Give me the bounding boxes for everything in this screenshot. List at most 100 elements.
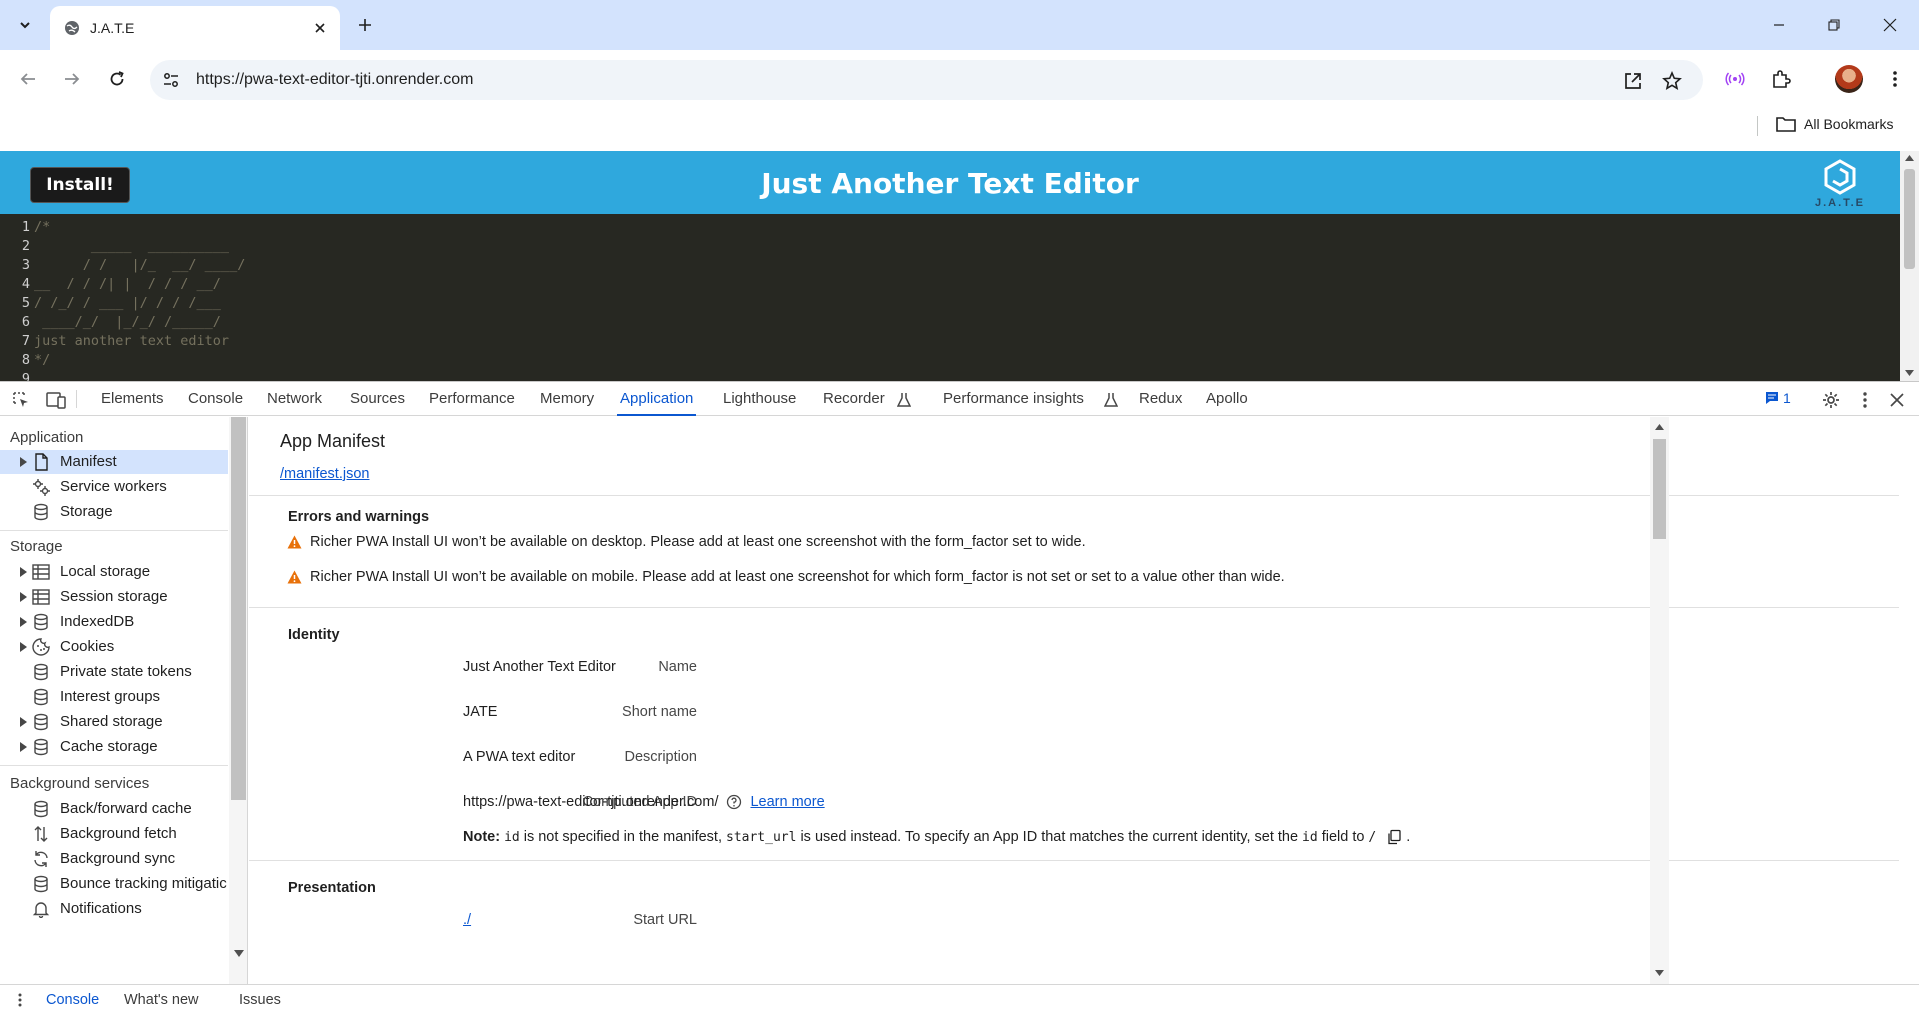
code-line[interactable]: 1/* [0,218,1900,237]
page-scrollbar[interactable] [1900,151,1919,381]
code-text[interactable]: __ / / /| | / / / __/ [34,276,221,292]
gear-icon [1823,392,1839,408]
reload-button[interactable] [103,65,131,93]
manifest-link[interactable]: /manifest.json [280,466,369,482]
tab-memory[interactable]: Memory [537,382,597,416]
code-text[interactable]: ____/_/ |_/_/ /_____/ [34,314,221,330]
code-line[interactable]: 2 _____ __________ [0,237,1900,256]
inspect-element-button[interactable] [10,389,32,411]
code-editor[interactable]: 1/* 2 _____ __________ 3 / / |/_ __/ ____/… [0,214,1900,381]
tab-recorder[interactable]: Recorder [820,382,888,416]
sidebar-item-cookies[interactable]: Cookies [0,635,228,659]
profile-avatar[interactable] [1835,65,1863,93]
restore-button[interactable] [1821,12,1847,38]
drawer-tab-issues[interactable]: Issues [239,992,281,1008]
tab-redux[interactable]: Redux [1136,382,1185,416]
site-settings-icon[interactable] [162,71,180,89]
devtools-close-button[interactable] [1886,389,1908,411]
extensions-button[interactable] [1767,65,1795,93]
expand-arrow-icon[interactable] [20,617,27,627]
code-text[interactable]: just another text editor [34,333,229,349]
manifest-scrollbar-thumb[interactable] [1653,439,1666,539]
browser-tab[interactable]: J.A.T.E [50,6,340,50]
drawer-tab-whats-new[interactable]: What's new [124,992,199,1008]
code-line[interactable]: 3 / / |/_ __/ ____/ [0,256,1900,275]
sidebar-item-background-fetch[interactable]: Background fetch [0,822,228,846]
expand-arrow-icon[interactable] [20,567,27,577]
sidebar-item-indexeddb[interactable]: IndexedDB [0,610,228,634]
help-icon[interactable] [726,794,742,810]
issues-counter[interactable]: 1 [1765,390,1791,406]
tab-network[interactable]: Network [264,382,325,416]
url-text[interactable]: https://pwa-text-editor-tjti.onrender.co… [196,71,473,89]
sidebar-item-session-storage[interactable]: Session storage [0,585,228,609]
open-in-app-button[interactable] [1622,70,1644,92]
code-line[interactable]: 6 ____/_/ |_/_/ /_____/ [0,313,1900,332]
page-scrollbar-thumb[interactable] [1904,169,1915,269]
expand-arrow-icon[interactable] [20,642,27,652]
all-bookmarks-button[interactable]: All Bookmarks [1776,116,1893,132]
sidebar-item-shared-storage[interactable]: Shared storage [0,710,228,734]
sidebar-scrollbar-thumb[interactable] [231,417,246,800]
tab-application[interactable]: Application [617,382,697,416]
minimize-button[interactable] [1766,12,1792,38]
tab-performance[interactable]: Performance [426,382,518,416]
sidebar-item-service-workers[interactable]: Service workers [0,475,228,499]
code-text[interactable]: _____ __________ [34,238,229,254]
start-url-link[interactable]: ./ [463,912,471,928]
drawer-tab-console[interactable]: Console [46,992,99,1008]
back-button[interactable] [14,65,42,93]
sidebar-item-manifest[interactable]: Manifest [0,450,228,474]
copy-icon[interactable] [1386,829,1402,845]
expand-arrow-icon[interactable] [20,742,27,752]
new-tab-button[interactable] [352,12,378,38]
code-text[interactable]: /* [34,219,50,235]
media-controls-button[interactable] [1721,65,1749,93]
sidebar-item-interest-groups[interactable]: Interest groups [0,685,228,709]
sidebar-item-back-forward-cache[interactable]: Back/forward cache [0,797,228,821]
device-toolbar-button[interactable] [45,389,67,411]
app-id-value-text: https://pwa-text-editor-tjti.onrender.co… [463,794,719,810]
code-line[interactable]: 9 [0,370,1900,381]
bookmark-star-button[interactable] [1661,70,1683,92]
manifest-scrollbar[interactable] [1650,417,1669,984]
devtools-settings-button[interactable] [1820,389,1842,411]
code-line[interactable]: 4 __ / / /| | / / / __/ [0,275,1900,294]
tab-elements[interactable]: Elements [98,382,167,416]
tab-sources[interactable]: Sources [347,382,408,416]
sidebar-item-cache-storage[interactable]: Cache storage [0,735,228,759]
code-text[interactable]: / /_/ / ___ |/ / / /___ [34,295,221,311]
expand-arrow-icon[interactable] [20,592,27,602]
sidebar-item-bounce-tracking[interactable]: Bounce tracking mitigatic [0,872,228,896]
expand-arrow-icon[interactable] [20,717,27,727]
code-line[interactable]: 5/ /_/ / ___ |/ / / /___ [0,294,1900,313]
code-line[interactable]: 7 just another text editor [0,332,1900,351]
sidebar-scrollbar[interactable] [229,417,247,984]
devtools-menu-button[interactable] [1854,389,1876,411]
puzzle-icon [1773,70,1791,88]
learn-more-link[interactable]: Learn more [750,794,824,810]
code-line[interactable]: 8 */ [0,351,1900,370]
tab-console[interactable]: Console [185,382,246,416]
tab-close-button[interactable] [310,18,330,38]
code-text[interactable]: */ [34,352,50,368]
expand-arrow-icon[interactable] [20,457,27,467]
tab-performance-insights[interactable]: Performance insights [940,382,1087,416]
cookie-icon [32,638,50,656]
scroll-down-icon [1905,370,1914,376]
sidebar-item-background-sync[interactable]: Background sync [0,847,228,871]
tab-lighthouse[interactable]: Lighthouse [720,382,799,416]
sidebar-item-private-state-tokens[interactable]: Private state tokens [0,660,228,684]
code-text[interactable]: / / |/_ __/ ____/ [34,257,246,273]
tab-search-button[interactable] [10,10,40,40]
sidebar-item-label: Session storage [60,588,168,605]
sidebar-item-storage[interactable]: Storage [0,500,228,524]
more-vertical-icon[interactable] [18,993,22,1007]
sidebar-item-local-storage[interactable]: Local storage [0,560,228,584]
tab-apollo[interactable]: Apollo [1203,382,1251,416]
sidebar-item-notifications[interactable]: Notifications [0,897,228,921]
browser-menu-button[interactable] [1881,65,1909,93]
forward-button[interactable] [58,65,86,93]
close-window-button[interactable] [1877,12,1903,38]
address-bar[interactable]: https://pwa-text-editor-tjti.onrender.co… [150,60,1703,100]
